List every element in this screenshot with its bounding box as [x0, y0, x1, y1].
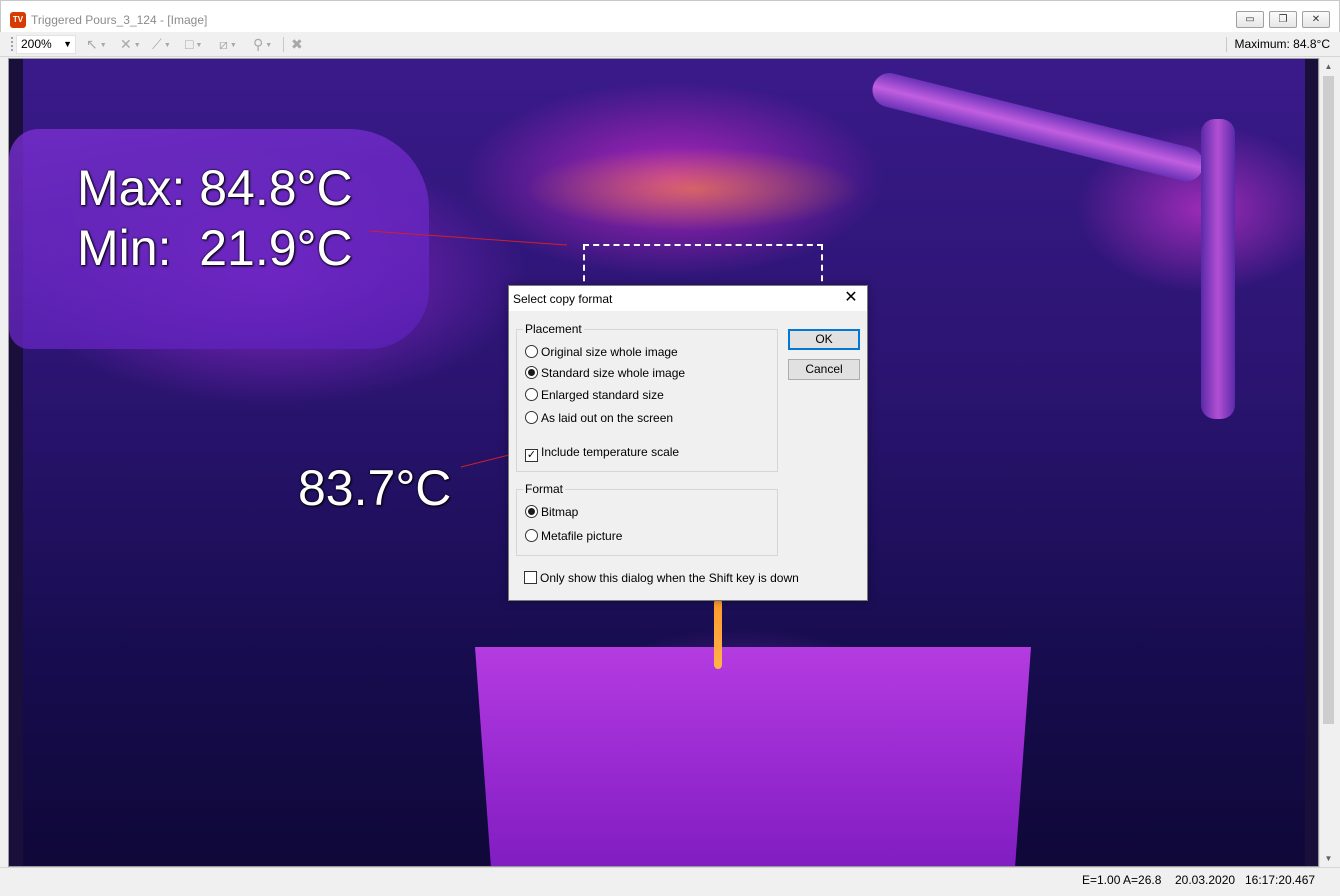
copy-format-dialog: Select copy format ✕ Placement Original … [508, 285, 868, 601]
placement-option-enlarged[interactable]: Enlarged standard size [525, 387, 664, 403]
zoom-value: 200% [21, 37, 52, 51]
scroll-up-icon[interactable]: ▲ [1320, 58, 1337, 75]
max-temperature-label: Max: 84.8°C [77, 160, 353, 216]
format-option-metafile[interactable]: Metafile picture [525, 528, 622, 544]
select-arrow-icon[interactable]: ↖ ▼ [86, 35, 107, 54]
radio-button[interactable] [525, 345, 538, 358]
placement-option-original[interactable]: Original size whole image [525, 344, 678, 360]
line-tool-icon[interactable]: ⟋ ▼ [152, 35, 171, 54]
delete-tool-icon[interactable]: ✖ [291, 35, 303, 54]
checkbox-checked[interactable]: ✓ [525, 449, 538, 462]
toolbar: 200% ▼ ↖ ▼ ✕ ▼ ⟋ ▼ □ ▼ ⧄ ▼ ⚲ ▼ ✖ [0, 32, 1340, 57]
toolbar-separator [1226, 37, 1227, 52]
placement-group-label: Placement [523, 322, 584, 336]
scroll-down-icon[interactable]: ▼ [1320, 850, 1337, 867]
format-option-bitmap[interactable]: Bitmap [525, 504, 578, 520]
placement-option-standard[interactable]: Standard size whole image [525, 365, 685, 381]
dialog-title-bar: Select copy format ✕ [509, 286, 867, 311]
shift-only-checkbox[interactable]: Only show this dialog when the Shift key… [524, 570, 799, 586]
window-title: Triggered Pours_3_124 - [Image] [31, 13, 208, 27]
toolbar-separator [283, 37, 284, 52]
status-time: 16:17:20.467 [1245, 873, 1316, 887]
radio-button[interactable] [525, 388, 538, 401]
vertical-scrollbar[interactable]: ▲ ▼ [1319, 58, 1336, 867]
radio-button[interactable] [525, 529, 538, 542]
close-window-button[interactable]: ✕ [1302, 11, 1330, 28]
emissivity-readout: E=1.00 A=26.8 [1082, 873, 1162, 887]
format-group-label: Format [523, 482, 566, 496]
pin-tool-icon[interactable]: ⚲ ▼ [253, 35, 272, 54]
min-temperature-label: Min: 21.9°C [77, 220, 353, 276]
minimize-button[interactable]: ▭ [1236, 11, 1264, 28]
ok-button[interactable]: OK [788, 329, 860, 350]
scrollbar-thumb[interactable] [1323, 76, 1334, 724]
zoom-select[interactable]: 200% ▼ [16, 35, 76, 54]
chevron-down-icon[interactable]: ▼ [63, 36, 72, 53]
toolbar-grip[interactable] [11, 37, 13, 51]
radio-button[interactable] [525, 411, 538, 424]
placement-group: Placement Original size whole image Stan… [516, 322, 778, 472]
include-temperature-scale-checkbox[interactable]: ✓ Include temperature scale [525, 444, 679, 462]
status-date: 20.03.2020 [1175, 873, 1236, 887]
close-icon[interactable]: ✕ [841, 288, 861, 308]
maximum-readout: Maximum: 84.8°C [1234, 37, 1331, 51]
rectangle-tool-icon[interactable]: □ ▼ [185, 35, 202, 54]
app-logo-icon: TV [10, 12, 26, 28]
window-title-bar: TV Triggered Pours_3_124 - [Image] ▭ ❐ ✕ [0, 0, 1340, 32]
restore-button[interactable]: ❐ [1269, 11, 1297, 28]
spot-temperature-label: 83.7°C [298, 460, 452, 516]
format-group: Format Bitmap Metafile picture [516, 482, 778, 556]
radio-button-selected[interactable] [525, 366, 538, 379]
status-bar: E=1.00 A=26.8 20.03.2020 16:17:20.467 [0, 867, 1340, 896]
max-min-pointer-line [368, 230, 568, 246]
placement-option-screen-layout[interactable]: As laid out on the screen [525, 410, 673, 426]
spot-pointer-line [460, 454, 510, 468]
ruler-tool-icon[interactable]: ⧄ ▼ [219, 35, 237, 54]
spot-marker-icon[interactable]: ✕ ▼ [120, 35, 141, 54]
checkbox-unchecked[interactable] [524, 571, 537, 584]
cancel-button[interactable]: Cancel [788, 359, 860, 380]
radio-button-selected[interactable] [525, 505, 538, 518]
dialog-title: Select copy format [513, 292, 613, 306]
